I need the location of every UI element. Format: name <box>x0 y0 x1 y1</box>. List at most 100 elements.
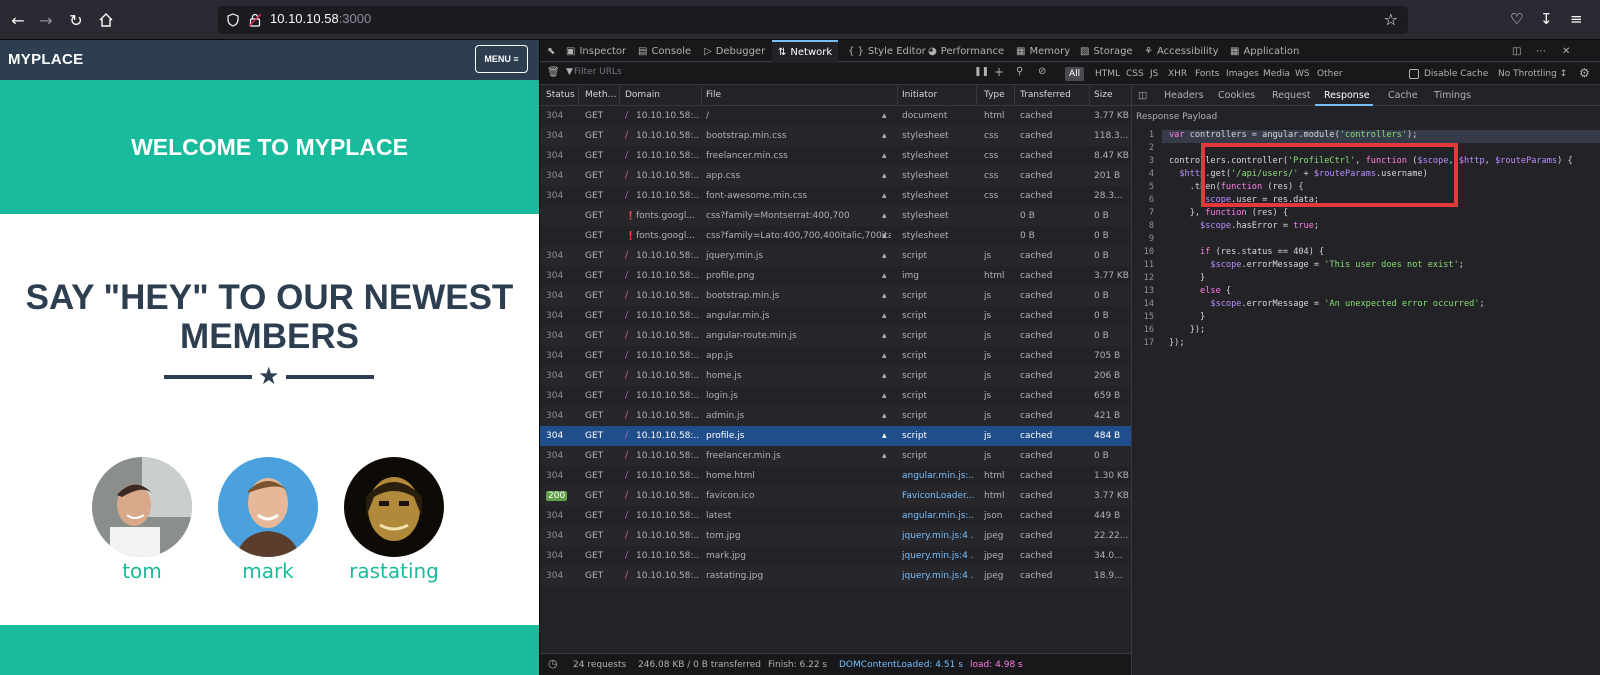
more-options-icon[interactable]: ⋯ <box>1536 40 1546 62</box>
timer-icon[interactable]: ◷ <box>548 657 558 670</box>
col-initiator[interactable]: Initiator <box>902 90 937 100</box>
col-divider[interactable] <box>701 86 702 106</box>
forward-icon[interactable]: → <box>36 10 56 30</box>
url-bar[interactable]: 10.10.10.58:3000 ☆ <box>218 6 1408 34</box>
table-row[interactable]: 304 GET ⧸ 10.10.10.58:... profile.png ▴ img htm… <box>540 266 1131 286</box>
col-divider[interactable] <box>976 86 977 106</box>
tab-storage[interactable]: ▧ Storage <box>1080 40 1133 62</box>
col-file[interactable]: File <box>706 90 721 100</box>
filter-other[interactable]: Other <box>1313 67 1347 81</box>
member-card-rastating[interactable]: rastating <box>344 457 444 583</box>
table-row[interactable]: 304 GET ⧸ 10.10.10.58:... font-awesome.min.c… <box>540 186 1131 206</box>
pocket-icon[interactable]: ♡ <box>1510 10 1523 28</box>
pause-icon[interactable]: ❚❚ <box>974 67 989 77</box>
close-devtools-icon[interactable]: ✕ <box>1562 40 1570 62</box>
block-icon[interactable]: ⊘ <box>1038 66 1046 77</box>
tab-network[interactable]: ⇅ Network <box>772 40 839 62</box>
tab-memory[interactable]: ▦ Memory <box>1016 40 1070 62</box>
col-divider[interactable] <box>1014 86 1015 106</box>
site-brand[interactable]: MYPLACE <box>8 51 83 68</box>
table-row[interactable]: 304 GET ⧸ 10.10.10.58:... angular.min.js ▴ scr… <box>540 306 1131 326</box>
tab-debugger[interactable]: ▷ Debugger <box>704 40 765 62</box>
table-row[interactable]: 304 GET ⧸ 10.10.10.58:... / ▴ document html cach… <box>540 106 1131 126</box>
avatar[interactable] <box>218 457 318 557</box>
table-row[interactable]: 304 GET ⧸ 10.10.10.58:... bootstrap.min.css ▴… <box>540 126 1131 146</box>
table-row[interactable]: GET ❗ fonts.googl... css?family=Montserrat:… <box>540 206 1131 226</box>
tab-style-editor[interactable]: { } Style Editor <box>848 40 926 62</box>
search-icon[interactable]: ⚲ <box>1016 66 1023 77</box>
app-menu-icon[interactable]: ≡ <box>1570 10 1583 28</box>
filter-all[interactable]: All <box>1065 67 1085 81</box>
tab-cache[interactable]: Cache <box>1388 90 1418 101</box>
settings-gear-icon[interactable]: ⚙ <box>1579 66 1590 80</box>
element-picker-icon[interactable]: ⬉ <box>547 40 555 62</box>
filter-images[interactable]: Images <box>1222 67 1263 81</box>
avatar[interactable] <box>92 457 192 557</box>
table-row[interactable]: 304 GET ⧸ 10.10.10.58:... home.js ▴ script js ca… <box>540 366 1131 386</box>
col-domain[interactable]: Domain <box>625 90 660 100</box>
col-divider[interactable] <box>578 86 579 106</box>
table-row[interactable]: 304 GET ⧸ 10.10.10.58:... freelancer.min.css… <box>540 146 1131 166</box>
col-divider[interactable] <box>897 86 898 106</box>
table-row[interactable]: 304 GET ⧸ 10.10.10.58:... app.css ▴ stylesheet… <box>540 166 1131 186</box>
home-icon[interactable] <box>96 10 116 30</box>
table-row[interactable]: 304 GET ⧸ 10.10.10.58:... freelancer.min.js ▴… <box>540 446 1131 466</box>
col-type[interactable]: Type <box>984 90 1005 100</box>
trash-icon[interactable]: 🗑 <box>547 67 560 78</box>
member-card-mark[interactable]: mark <box>218 457 318 583</box>
tab-accessibility[interactable]: ⚘ Accessibility <box>1144 40 1219 62</box>
filter-urls-input[interactable]: Filter URLs <box>574 67 622 77</box>
dock-icon[interactable]: ◫ <box>1512 40 1521 62</box>
tab-request[interactable]: Request <box>1272 90 1311 101</box>
reload-icon[interactable]: ↻ <box>66 10 86 30</box>
tab-response[interactable]: Response <box>1324 90 1370 101</box>
filter-fonts[interactable]: Fonts <box>1191 67 1223 81</box>
filter-js[interactable]: JS <box>1146 67 1162 81</box>
table-row[interactable]: 304 GET ⧸ 10.10.10.58:... latest angular.min.… <box>540 506 1131 526</box>
table-row[interactable]: 304 GET ⧸ 10.10.10.58:... jquery.min.js ▴ scri… <box>540 246 1131 266</box>
avatar[interactable] <box>344 457 444 557</box>
table-row[interactable]: 304 GET ⧸ 10.10.10.58:... login.js ▴ script js c… <box>540 386 1131 406</box>
filter-css[interactable]: CSS <box>1122 67 1148 81</box>
table-row[interactable]: 200 GET ⧸ 10.10.10.58:... favicon.ico Favicon… <box>540 486 1131 506</box>
tab-timings[interactable]: Timings <box>1434 90 1471 101</box>
tab-application[interactable]: ▦ Application <box>1230 40 1299 62</box>
table-row[interactable]: 304 GET ⧸ 10.10.10.58:... home.html angular.m… <box>540 466 1131 486</box>
member-card-tom[interactable]: tom <box>92 457 192 583</box>
table-row[interactable]: 304 GET ⧸ 10.10.10.58:... admin.js ▴ script js c… <box>540 406 1131 426</box>
disable-cache-checkbox[interactable] <box>1409 69 1419 79</box>
table-row[interactable]: GET ❗ fonts.googl... css?family=Lato:400,70… <box>540 226 1131 246</box>
tab-inspector[interactable]: ▣ Inspector <box>566 40 626 62</box>
table-row[interactable]: 304 GET ⧸ 10.10.10.58:... tom.jpg jquery.min.… <box>540 526 1131 546</box>
member-name[interactable]: rastating <box>344 559 444 583</box>
col-transferred[interactable]: Transferred <box>1020 90 1071 100</box>
downloads-icon[interactable]: ↧ <box>1540 10 1553 28</box>
col-divider[interactable] <box>619 86 620 106</box>
member-name[interactable]: mark <box>218 559 318 583</box>
disable-cache-label[interactable]: Disable Cache <box>1420 67 1492 81</box>
tab-cookies[interactable]: Cookies <box>1218 90 1255 101</box>
tab-console[interactable]: ▤ Console <box>638 40 691 62</box>
add-icon[interactable]: + <box>994 65 1004 79</box>
col-method[interactable]: Meth… <box>585 90 617 100</box>
menu-button[interactable]: MENU ≡ <box>475 45 528 73</box>
table-row[interactable]: 304 GET ⧸ 10.10.10.58:... profile.js ▴ script j… <box>540 426 1131 446</box>
tab-headers[interactable]: Headers <box>1164 90 1204 101</box>
filter-ws[interactable]: WS <box>1291 67 1314 81</box>
col-status[interactable]: Status <box>546 90 575 100</box>
table-row[interactable]: 304 GET ⧸ 10.10.10.58:... angular-route.min.… <box>540 326 1131 346</box>
filter-html[interactable]: HTML <box>1091 67 1124 81</box>
filter-media[interactable]: Media <box>1259 67 1294 81</box>
col-size[interactable]: Size <box>1094 90 1112 100</box>
table-row[interactable]: 304 GET ⧸ 10.10.10.58:... bootstrap.min.js ▴ s… <box>540 286 1131 306</box>
col-divider[interactable] <box>1089 86 1090 106</box>
tab-performance[interactable]: ◕ Performance <box>928 40 1004 62</box>
shield-icon[interactable] <box>226 12 240 28</box>
member-name[interactable]: tom <box>92 559 192 583</box>
bookmark-star-icon[interactable]: ☆ <box>1384 10 1398 29</box>
back-icon[interactable]: ← <box>8 10 28 30</box>
throttling-select[interactable]: No Throttling ↕ <box>1494 67 1571 81</box>
table-row[interactable]: 304 GET ⧸ 10.10.10.58:... rastating.jpg jquer… <box>540 566 1131 586</box>
table-row[interactable]: 304 GET ⧸ 10.10.10.58:... app.js ▴ script js cac… <box>540 346 1131 366</box>
insecure-lock-icon[interactable] <box>248 12 262 28</box>
